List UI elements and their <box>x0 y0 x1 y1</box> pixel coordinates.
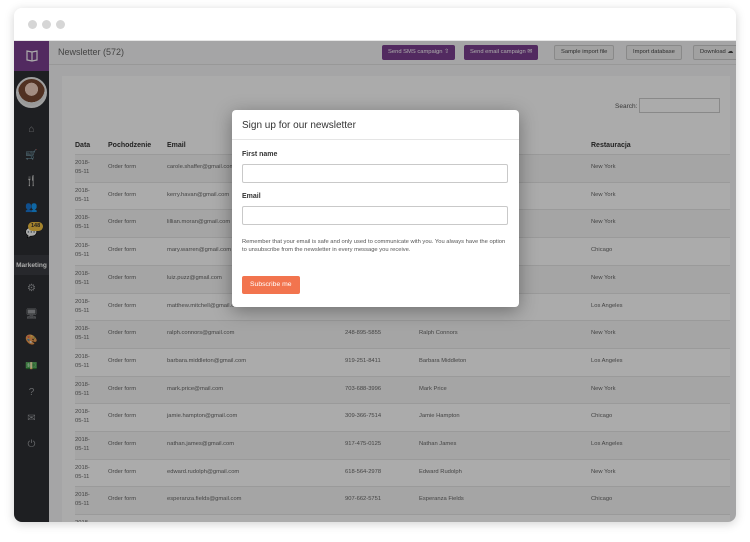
browser-window: ⌂ 🛒 🍴 👥 💬 ⚙ 🖥 🎨 💵? ✉ ⏻ 148 Marketing Newsletter (5… <box>14 8 736 522</box>
window-dot[interactable] <box>56 20 65 29</box>
window-dot[interactable] <box>28 20 37 29</box>
window-chrome <box>14 8 736 41</box>
email-label: Email <box>242 193 261 200</box>
first-name-field[interactable] <box>242 164 508 183</box>
subscribe-button[interactable]: Subscribe me <box>242 276 300 294</box>
privacy-notice: Remember that your email is safe and onl… <box>242 239 506 253</box>
newsletter-modal: Sign up for our newsletter First name Em… <box>232 110 519 307</box>
email-field[interactable] <box>242 206 508 225</box>
modal-title: Sign up for our newsletter <box>242 120 356 131</box>
modal-header: Sign up for our newsletter <box>232 110 519 140</box>
first-name-label: First name <box>242 151 278 158</box>
window-dot[interactable] <box>42 20 51 29</box>
